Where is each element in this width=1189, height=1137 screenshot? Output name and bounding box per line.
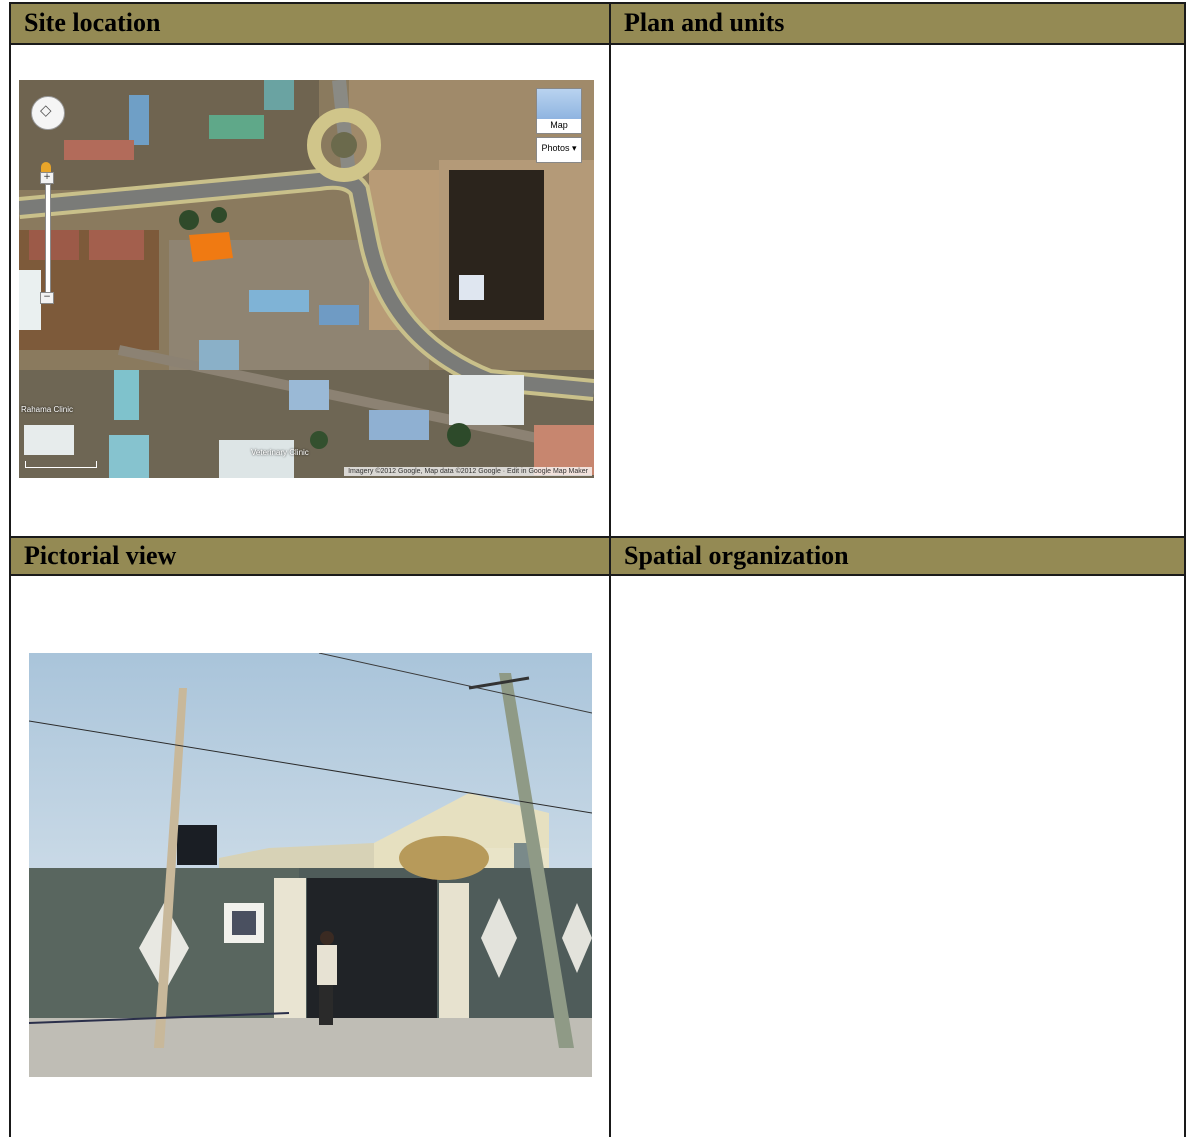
map-type-button[interactable]: Map (536, 88, 582, 134)
header-spatial-organization: Spatial organization (609, 536, 1186, 576)
feature-table: Site location Plan and units ◇ + − Map P… (9, 2, 1186, 1137)
map-place-label-bottom: Veterinary Clinic (251, 448, 309, 457)
map-type-label: Map (550, 120, 568, 130)
map-scale-bar (25, 461, 97, 468)
house-photo (29, 653, 592, 1077)
header-site-location: Site location (9, 2, 611, 45)
highlighted-site-parcel (189, 232, 233, 262)
cell-plan-and-units (609, 45, 1186, 536)
map-pan-control[interactable] (31, 96, 65, 130)
cell-spatial-organization (609, 576, 1186, 1137)
header-pictorial-view: Pictorial view (9, 536, 611, 576)
map-thumbnail-icon (537, 89, 581, 119)
map-place-label-left: Rahama Clinic (21, 405, 74, 414)
aerial-map[interactable]: + − Map Photos ▾ Rahama Clinic Veterinar… (19, 80, 594, 478)
header-spatial-organization-label: Spatial organization (624, 541, 849, 570)
header-plan-and-units: Plan and units (609, 2, 1186, 45)
cell-pictorial-view (9, 576, 611, 1137)
photos-label: Photos (541, 143, 570, 153)
header-site-location-label: Site location (24, 8, 161, 37)
header-plan-and-units-label: Plan and units (624, 8, 785, 37)
chevron-down-icon: ▾ (572, 143, 577, 153)
header-pictorial-view-label: Pictorial view (24, 541, 177, 570)
photos-button[interactable]: Photos ▾ (536, 137, 582, 163)
pictorial-photo (29, 653, 592, 1077)
zoom-slider[interactable] (45, 184, 51, 296)
aerial-imagery (19, 80, 594, 478)
zoom-in-button[interactable]: + (40, 172, 54, 184)
cell-site-location: + − Map Photos ▾ Rahama Clinic Veterinar… (9, 45, 611, 536)
zoom-out-button[interactable]: − (40, 292, 54, 304)
map-attribution[interactable]: Imagery ©2012 Google, Map data ©2012 Goo… (344, 467, 592, 476)
